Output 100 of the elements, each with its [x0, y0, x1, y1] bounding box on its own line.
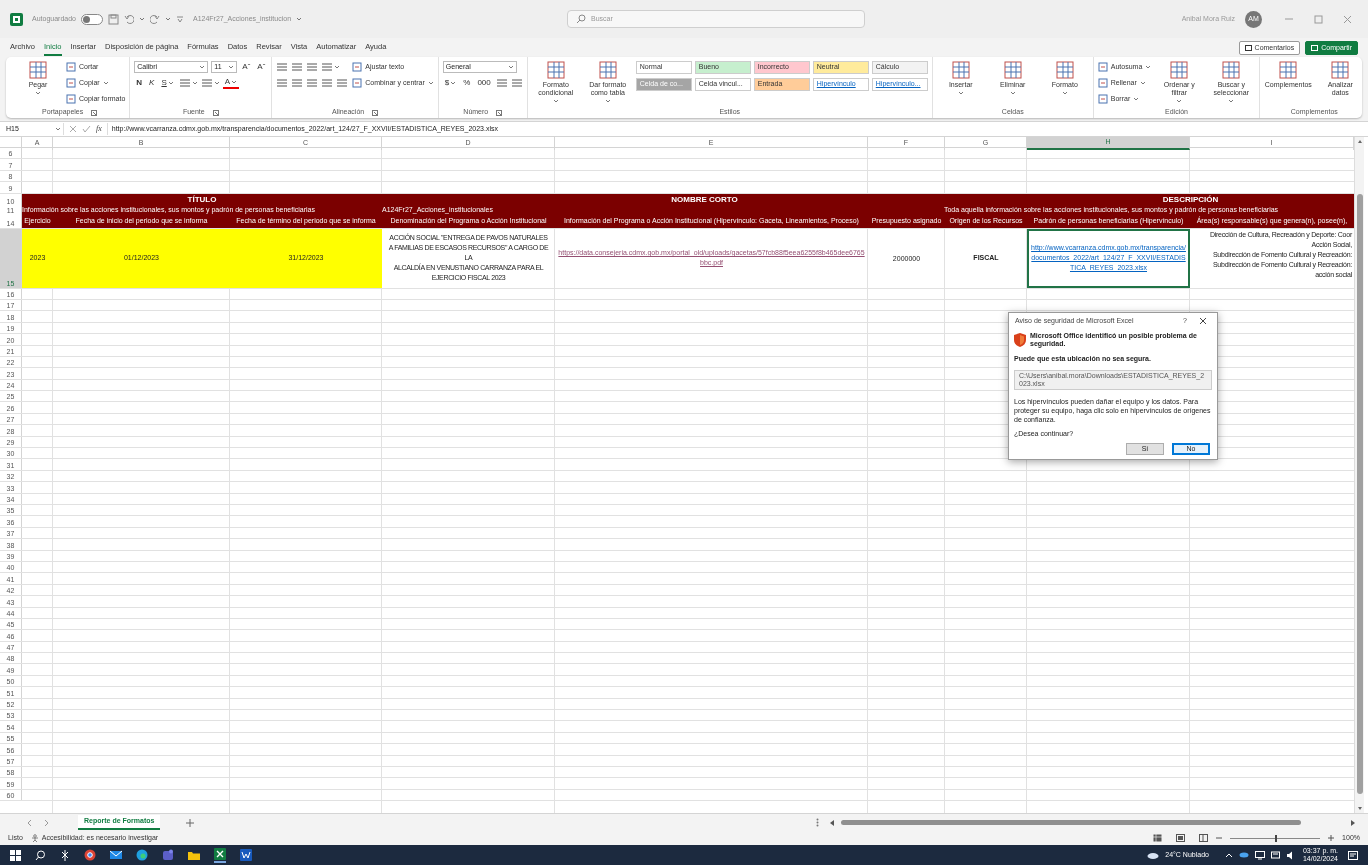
dialog-launcher-icon[interactable] — [91, 109, 98, 116]
scroll-right-icon[interactable] — [1350, 818, 1356, 827]
document-app-icon[interactable] — [240, 849, 252, 861]
square-icon — [1097, 94, 1108, 104]
mail-icon[interactable] — [110, 849, 122, 861]
close-icon[interactable] — [1199, 317, 1207, 325]
section-heading: DESCRIPCIÓN — [1161, 193, 1220, 206]
next-sheet-icon[interactable] — [43, 818, 50, 827]
caret-icon — [1139, 81, 1146, 85]
square-icon — [352, 78, 363, 88]
format-button[interactable]: % — [461, 77, 473, 89]
lines-icon — [306, 62, 319, 72]
lines-icon — [306, 78, 319, 88]
scroll-left-icon[interactable] — [829, 818, 835, 827]
page-break-icon[interactable] — [1199, 834, 1209, 842]
format-button[interactable]: 000 — [475, 77, 493, 89]
format-button[interactable] — [495, 77, 508, 89]
caret-icon — [191, 81, 198, 85]
format-button[interactable] — [510, 77, 523, 89]
comment-icon — [1244, 44, 1252, 52]
browser-icon[interactable] — [84, 849, 96, 861]
caret-icon — [55, 127, 61, 131]
caret-icon — [1145, 65, 1152, 69]
square-icon — [66, 62, 76, 72]
undo-icon[interactable] — [124, 13, 134, 25]
normal-view-icon[interactable] — [1153, 834, 1163, 842]
format-button[interactable]: S — [159, 77, 176, 89]
caret-icon — [1133, 97, 1140, 101]
format-button[interactable]: Aˆ — [240, 61, 253, 73]
caret-icon — [1061, 91, 1068, 95]
format-button[interactable]: A — [222, 77, 240, 89]
autosave-toggle[interactable] — [81, 13, 103, 25]
lines-icon — [200, 78, 213, 88]
format-button[interactable] — [321, 61, 341, 73]
previous-sheet-icon[interactable] — [26, 818, 33, 827]
format-button[interactable] — [291, 61, 304, 73]
scroll-down-icon[interactable] — [1356, 806, 1363, 811]
section-heading: TÍTULO — [186, 193, 218, 206]
drag-handle-icon[interactable] — [816, 818, 819, 827]
format-button[interactable]: $ — [442, 77, 459, 89]
caret-icon — [231, 80, 238, 84]
save-icon[interactable] — [108, 13, 119, 25]
caret-icon — [507, 65, 514, 69]
format-button[interactable] — [276, 61, 289, 73]
dialog-launcher-icon[interactable] — [212, 109, 219, 116]
format-button[interactable]: N — [134, 77, 145, 89]
format-button[interactable]: K — [147, 77, 157, 89]
format-button[interactable] — [321, 77, 334, 89]
cancel-icon[interactable] — [69, 125, 77, 133]
caret-icon — [334, 65, 341, 69]
zoom-in-icon[interactable] — [1328, 835, 1335, 841]
swirl-icon[interactable] — [136, 849, 148, 861]
app-logo-icon — [10, 12, 23, 26]
scroll-up-icon[interactable] — [1356, 139, 1363, 144]
zoom-slider-thumb[interactable] — [1275, 834, 1278, 842]
dialog-launcher-icon[interactable] — [372, 109, 379, 116]
folder-icon[interactable] — [188, 849, 200, 861]
customize-icon[interactable] — [176, 15, 184, 23]
insert-function-button[interactable]: fx — [96, 123, 102, 135]
spreadsheet-app-icon[interactable] — [214, 847, 226, 863]
vertical-scrollbar[interactable] — [1354, 137, 1364, 813]
cloud-icon[interactable] — [1238, 851, 1249, 859]
caret-icon — [35, 91, 41, 95]
format-button[interactable] — [178, 77, 198, 89]
caret-icon — [167, 81, 174, 85]
notification-icon[interactable] — [1348, 850, 1358, 860]
caret-icon — [213, 81, 220, 85]
dialog-launcher-icon[interactable] — [496, 109, 503, 116]
chevron-up-icon[interactable] — [1224, 852, 1233, 858]
format-button[interactable] — [291, 77, 304, 89]
format-button[interactable] — [336, 77, 349, 89]
speaker-icon[interactable] — [1285, 850, 1293, 860]
search-icon[interactable] — [35, 849, 46, 861]
lines-icon — [321, 78, 334, 88]
format-button[interactable] — [306, 77, 319, 89]
format-button[interactable] — [200, 77, 220, 89]
page-layout-icon[interactable] — [1176, 834, 1186, 842]
caret-icon — [296, 17, 303, 21]
zoom-out-icon[interactable] — [1216, 835, 1223, 841]
lines-icon — [321, 62, 334, 72]
section-heading: NOMBRE CORTO — [670, 193, 739, 206]
lines-icon — [495, 78, 508, 88]
caret-icon — [165, 17, 171, 21]
format-button[interactable] — [276, 77, 289, 89]
lines-icon — [178, 78, 191, 88]
caret-icon — [1009, 91, 1016, 95]
format-button[interactable]: Aˇ — [255, 61, 268, 73]
format-button[interactable] — [306, 61, 319, 73]
table-icon — [1055, 61, 1074, 79]
table-icon — [29, 61, 47, 79]
add-sheet-icon[interactable] — [186, 818, 195, 827]
people-icon[interactable] — [162, 849, 174, 861]
table-icon — [951, 61, 970, 79]
display-icon[interactable] — [1254, 850, 1265, 860]
redo-icon[interactable] — [150, 13, 160, 25]
caret-icon — [427, 81, 434, 85]
start-icon[interactable] — [10, 849, 21, 861]
square-icon — [66, 78, 76, 88]
caret-icon — [552, 99, 559, 103]
network-icon[interactable] — [1270, 851, 1280, 859]
